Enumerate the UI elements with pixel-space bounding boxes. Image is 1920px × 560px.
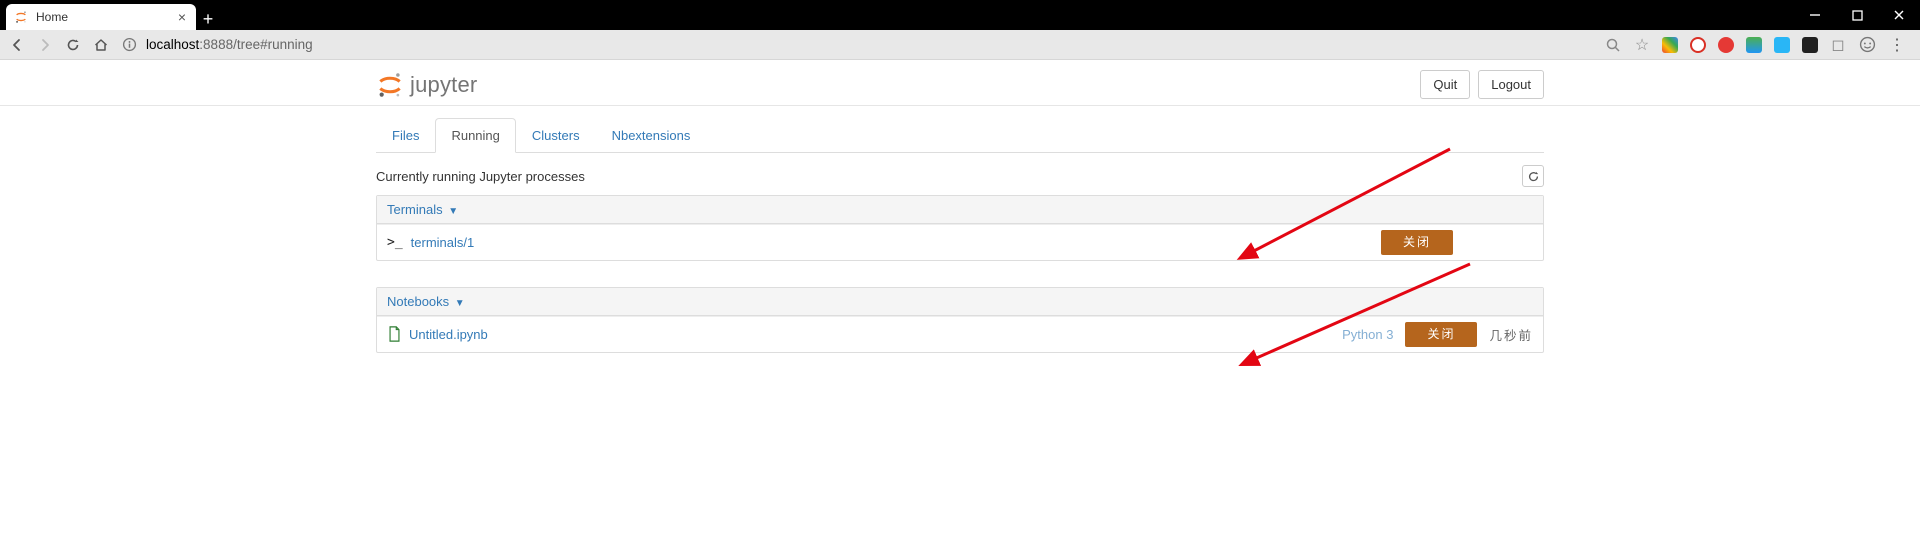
notebook-icon	[387, 326, 401, 342]
running-description: Currently running Jupyter processes	[376, 169, 585, 184]
notebook-time-ago: 几秒前	[1489, 325, 1533, 344]
terminal-shutdown-button[interactable]: 关闭	[1381, 230, 1453, 255]
terminal-row: >_ terminals/1 关闭	[377, 224, 1543, 260]
terminal-link[interactable]: terminals/1	[411, 235, 475, 250]
jupyter-logo-text: jupyter	[410, 72, 477, 98]
kernel-name: Python 3	[1342, 327, 1393, 342]
tab-nbextensions[interactable]: Nbextensions	[596, 118, 707, 153]
notebooks-panel-header[interactable]: Notebooks ▼	[377, 288, 1543, 316]
extension-icon[interactable]: ◻	[1830, 37, 1846, 53]
notebook-row: Untitled.ipynb Python 3 关闭 几秒前	[377, 316, 1543, 352]
nav-back-button[interactable]	[8, 36, 26, 54]
chrome-menu-icon[interactable]: ⋮	[1888, 35, 1906, 55]
site-info-icon[interactable]	[120, 36, 138, 54]
logout-button[interactable]: Logout	[1478, 70, 1544, 99]
extension-icon[interactable]	[1746, 37, 1762, 53]
tab-clusters[interactable]: Clusters	[516, 118, 596, 153]
refresh-button[interactable]	[1522, 165, 1544, 187]
nav-home-button[interactable]	[92, 36, 110, 54]
tab-strip: Home × +	[0, 0, 220, 30]
zoom-icon[interactable]	[1604, 36, 1622, 54]
extension-icon[interactable]	[1662, 37, 1678, 53]
jupyter-logo[interactable]: jupyter	[376, 71, 477, 99]
extension-icon[interactable]	[1774, 37, 1790, 53]
terminals-panel-header[interactable]: Terminals ▼	[377, 196, 1543, 224]
notebook-shutdown-button[interactable]: 关闭	[1405, 322, 1477, 347]
tab-files[interactable]: Files	[376, 118, 435, 153]
jupyter-favicon	[14, 10, 28, 24]
window-minimize-button[interactable]	[1794, 0, 1836, 30]
main-tabbar: Files Running Clusters Nbextensions	[376, 118, 1544, 153]
new-tab-button[interactable]: +	[196, 9, 220, 30]
extension-icon[interactable]	[1690, 37, 1706, 53]
profile-icon[interactable]	[1858, 36, 1876, 54]
jupyter-header: jupyter Quit Logout	[376, 60, 1544, 105]
extension-icon[interactable]	[1802, 37, 1818, 53]
browser-toolbar: localhost:8888/tree#running ☆ ◻ ⋮	[0, 30, 1920, 60]
caret-down-icon: ▼	[455, 298, 465, 309]
tab-close-icon[interactable]: ×	[178, 10, 186, 24]
address-bar[interactable]: localhost:8888/tree#running	[120, 30, 1594, 59]
extension-icon[interactable]	[1718, 37, 1734, 53]
jupyter-logo-icon	[376, 71, 404, 99]
quit-button[interactable]: Quit	[1420, 70, 1470, 99]
caret-down-icon: ▼	[448, 206, 458, 217]
bookmark-star-icon[interactable]: ☆	[1634, 37, 1650, 53]
tab-running[interactable]: Running	[435, 118, 515, 153]
window-titlebar: Home × +	[0, 0, 1920, 30]
window-close-button[interactable]	[1878, 0, 1920, 30]
nav-forward-button[interactable]	[36, 36, 54, 54]
browser-tab-title: Home	[36, 10, 170, 24]
notebooks-panel: Notebooks ▼ Untitled.ipynb Python 3 关闭 几…	[376, 287, 1544, 353]
toolbar-right-icons: ☆ ◻ ⋮	[1604, 35, 1906, 55]
terminals-panel: Terminals ▼ >_ terminals/1 关闭	[376, 195, 1544, 261]
terminal-icon: >_	[387, 235, 403, 250]
browser-tab-active[interactable]: Home ×	[6, 4, 196, 30]
notebook-link[interactable]: Untitled.ipynb	[409, 327, 488, 342]
address-text: localhost:8888/tree#running	[146, 37, 313, 52]
window-controls	[1794, 0, 1920, 30]
window-maximize-button[interactable]	[1836, 0, 1878, 30]
nav-reload-button[interactable]	[64, 36, 82, 54]
